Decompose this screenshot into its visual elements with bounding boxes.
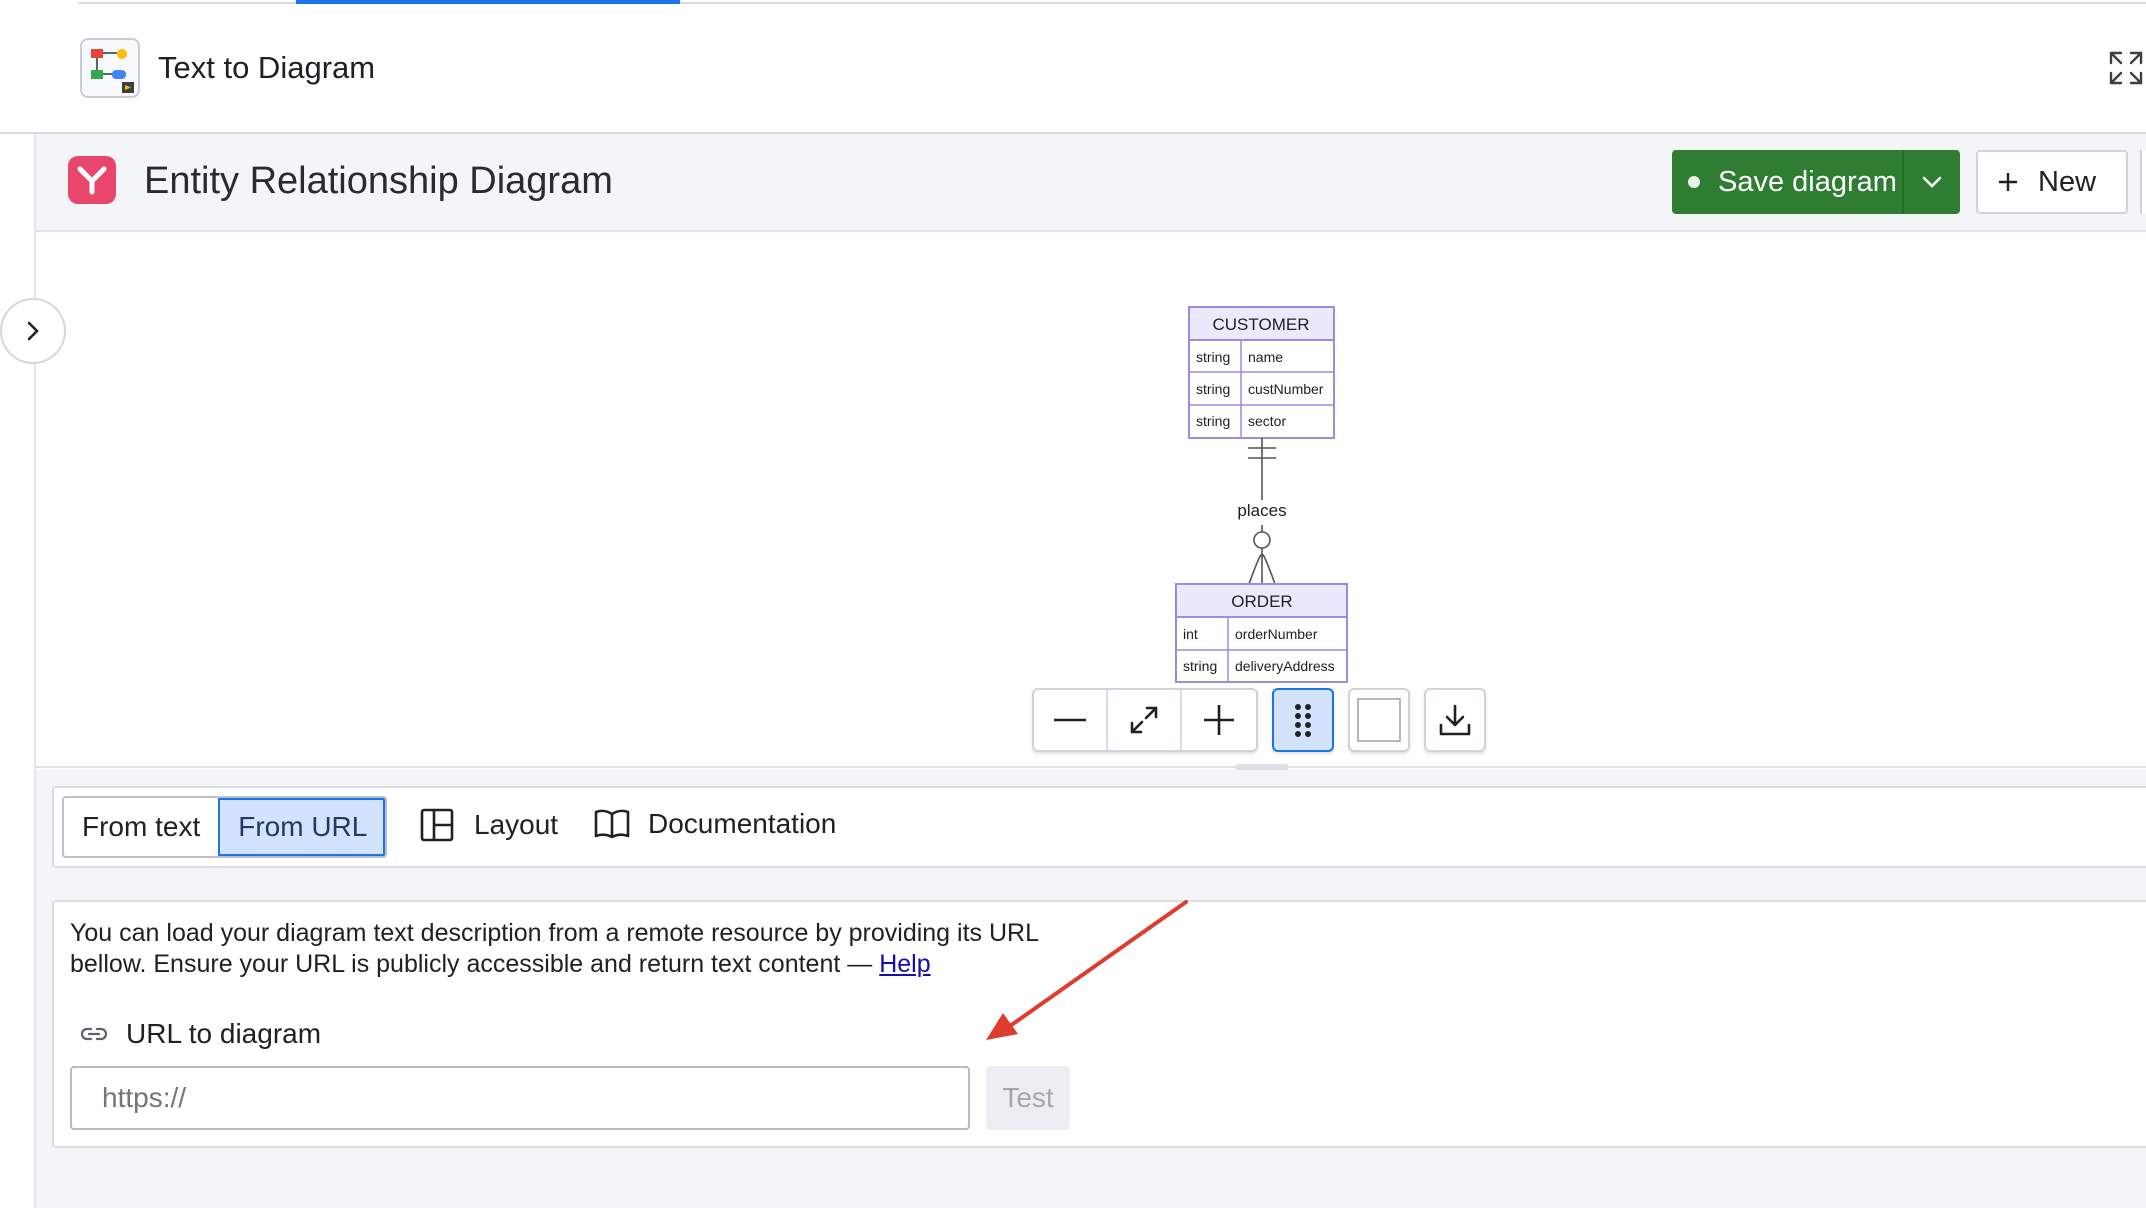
chevron-right-icon [27,321,39,341]
annotation-arrow [986,900,1188,1040]
expand-sidebar-button[interactable] [0,298,66,364]
